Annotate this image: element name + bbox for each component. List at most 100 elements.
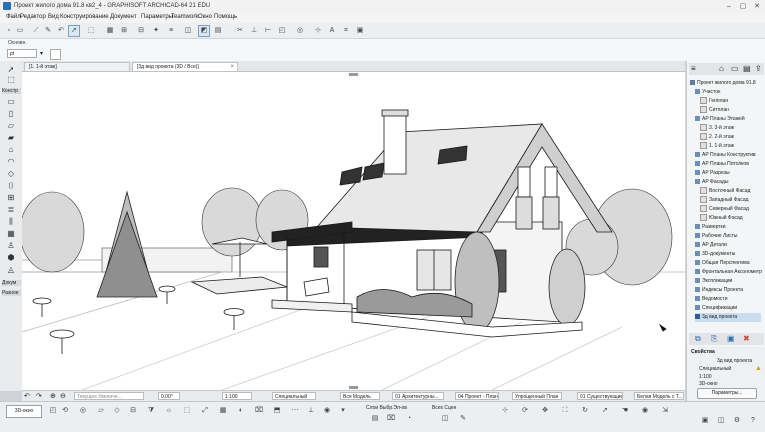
menu-options[interactable]: Параметры bbox=[141, 14, 173, 20]
cutting-planes-icon[interactable]: ⊟ bbox=[128, 406, 138, 416]
floor-plan-icon[interactable]: ▤ bbox=[212, 25, 224, 37]
navigator-menu-icon[interactable]: ≡ bbox=[691, 64, 696, 73]
parameters-button[interactable]: Параметры... bbox=[697, 388, 757, 399]
3d-window-icon[interactable]: ◩ bbox=[198, 25, 210, 37]
eye-icon[interactable]: ◉ bbox=[640, 406, 650, 416]
nav-item[interactable]: Южный Фасад bbox=[700, 214, 743, 223]
nav-item[interactable]: Общая Перспектива bbox=[695, 259, 750, 268]
zoom-in-icon[interactable]: ⊕ bbox=[50, 392, 56, 400]
walk-icon[interactable]: ⇲ bbox=[660, 406, 670, 416]
section-icon[interactable]: ⊢ bbox=[262, 25, 274, 37]
nav-item[interactable]: АР Планы Конструктив bbox=[695, 151, 756, 160]
folder-icon[interactable]: ▣ bbox=[727, 334, 735, 343]
maximize-button[interactable]: ▢ bbox=[736, 1, 750, 12]
flyout-icon[interactable]: ⋯ bbox=[290, 406, 300, 416]
slab-tool-icon[interactable]: ▰ bbox=[4, 133, 18, 143]
marquee-3d-icon[interactable]: ⬚ bbox=[182, 406, 192, 416]
layer-combo-field[interactable]: Специальный bbox=[272, 392, 316, 400]
refresh-icon[interactable]: ↻ bbox=[580, 406, 590, 416]
settings-gear-icon[interactable]: ⚙ bbox=[732, 416, 742, 426]
trace-icon[interactable]: ◫ bbox=[182, 25, 194, 37]
nav-item[interactable]: Фронтальная Аксонометр bbox=[695, 268, 762, 277]
nav-item[interactable]: АР Планы Потолков bbox=[695, 160, 749, 169]
window-tool-icon[interactable]: ⊞ bbox=[4, 193, 18, 203]
tab-floor-plan[interactable]: [1. 1-й этаж] bbox=[24, 62, 130, 71]
tab-3d-view[interactable]: [3д вид проекта (3D / Все)] × bbox=[132, 62, 238, 71]
nav-item[interactable]: 1. 1-й этаж bbox=[700, 142, 734, 151]
magic-wand-icon[interactable]: ✦ bbox=[150, 25, 162, 37]
zone-tool-icon[interactable]: ⬢ bbox=[4, 253, 18, 263]
nav-item[interactable]: 3D-документы bbox=[695, 250, 735, 259]
snap-icon[interactable]: ⊹ bbox=[500, 406, 510, 416]
menu-edit[interactable]: Редактор bbox=[20, 14, 46, 20]
layers-icon[interactable]: ≡ bbox=[165, 25, 177, 37]
scale-field[interactable]: 1:100 bbox=[222, 392, 252, 400]
panel-toggle-icon[interactable]: ◫ bbox=[716, 416, 726, 426]
sun-icon[interactable]: ☼ bbox=[164, 406, 174, 416]
redo-view-icon[interactable]: ↷ bbox=[36, 392, 42, 400]
close-button[interactable]: ✕ bbox=[750, 1, 764, 12]
suspend-groups-icon[interactable]: ⊟ bbox=[135, 25, 147, 37]
shell-tool-icon[interactable]: ◠ bbox=[4, 157, 18, 167]
view-cube-icon[interactable]: ◰ bbox=[48, 406, 58, 416]
nav-item[interactable]: Генплан bbox=[700, 97, 728, 106]
perspective-icon[interactable]: ◇ bbox=[112, 406, 122, 416]
zoom-field[interactable]: Текущее Увеличе... bbox=[74, 392, 144, 400]
arrow-tool-icon[interactable]: ➚ bbox=[68, 25, 80, 37]
nav-item[interactable]: Западный Фасад bbox=[700, 196, 749, 205]
dropdown-icon[interactable]: ▾ bbox=[338, 406, 348, 416]
parallel-projection-icon[interactable]: ▱ bbox=[96, 406, 106, 416]
camera-icon[interactable]: ⌧ bbox=[254, 406, 264, 416]
close-tab-icon[interactable]: × bbox=[230, 63, 234, 72]
undo-view-icon[interactable]: ↶ bbox=[24, 392, 30, 400]
drag-handle-bottom[interactable] bbox=[349, 386, 358, 389]
railing-tool-icon[interactable]: ⫼ bbox=[4, 217, 18, 227]
roof-tool-icon[interactable]: ⌂ bbox=[4, 145, 18, 155]
pan-icon[interactable]: ✥ bbox=[540, 406, 550, 416]
clone-icon[interactable]: ⎘ bbox=[711, 334, 717, 344]
renovation-field[interactable]: 01 Существующие... bbox=[577, 392, 623, 400]
marquee-tool-icon[interactable]: ⬚ bbox=[4, 75, 18, 85]
3d-style-field[interactable]: Белая Модель с Т... bbox=[634, 392, 684, 400]
label-icon[interactable]: ⌗ bbox=[340, 25, 352, 37]
layer-set-icon[interactable]: ▤ bbox=[370, 414, 380, 424]
view-map-icon[interactable]: ▭ bbox=[731, 64, 739, 73]
grid-icon[interactable]: ▦ bbox=[218, 406, 228, 416]
new-view-icon[interactable]: ⧉ bbox=[695, 334, 701, 344]
visibility-icon[interactable]: ◔ bbox=[404, 414, 414, 424]
settings-icon[interactable] bbox=[50, 49, 61, 60]
model-view-field[interactable]: Вся Модель bbox=[340, 392, 380, 400]
zoom-out-icon[interactable]: ⊖ bbox=[60, 392, 66, 400]
help-icon[interactable]: ? bbox=[748, 416, 758, 426]
guide-lines-icon[interactable]: ⊞ bbox=[118, 25, 130, 37]
nav-item-selected[interactable]: 3д вид проекта bbox=[695, 313, 761, 322]
scene-icon[interactable]: ◫ bbox=[440, 414, 450, 424]
menu-view[interactable]: Вид bbox=[48, 14, 59, 20]
orbit-mode-icon[interactable]: ⟳ bbox=[520, 406, 530, 416]
render-icon[interactable]: ◐ bbox=[236, 406, 246, 416]
object-tool-icon[interactable]: ♙ bbox=[4, 241, 18, 251]
pen-set-field[interactable]: 01 Архитектурны... bbox=[392, 392, 444, 400]
measure-icon[interactable]: ⟂ bbox=[306, 406, 316, 416]
curtain-wall-tool-icon[interactable]: ▦ bbox=[4, 229, 18, 239]
grid-snap-icon[interactable]: ▦ bbox=[104, 25, 116, 37]
toolbox-section-misc[interactable]: Разное bbox=[2, 290, 21, 296]
menu-design[interactable]: Конструирование bbox=[60, 14, 109, 20]
door-tool-icon[interactable]: ⌷ bbox=[4, 181, 18, 191]
cut-plane-icon[interactable]: ✂ bbox=[234, 25, 246, 37]
delete-icon[interactable]: ✖ bbox=[743, 334, 750, 343]
open-file-icon[interactable]: ▭ bbox=[14, 25, 26, 37]
stair-tool-icon[interactable]: ≣ bbox=[4, 205, 18, 215]
orbit-icon[interactable]: ⟲ bbox=[60, 406, 70, 416]
fit-window-icon[interactable]: ⛶ bbox=[560, 406, 570, 416]
toolbox-section-document[interactable]: Докум bbox=[2, 280, 21, 286]
menu-window[interactable]: Окно bbox=[198, 14, 212, 20]
override-field[interactable]: Упрощенный План bbox=[512, 392, 562, 400]
nav-item[interactable]: Рабочие Листы bbox=[695, 232, 738, 241]
nav-item[interactable]: 3. 3-й этаж bbox=[700, 124, 734, 133]
3d-viewport[interactable] bbox=[22, 72, 685, 390]
column-tool-icon[interactable]: ▯ bbox=[4, 109, 18, 119]
nav-item[interactable]: Спецификации bbox=[695, 304, 737, 313]
nav-item[interactable]: Проект жилого дома 91.8 bbox=[690, 79, 756, 88]
menu-teamwork[interactable]: Teamwork bbox=[171, 14, 198, 20]
